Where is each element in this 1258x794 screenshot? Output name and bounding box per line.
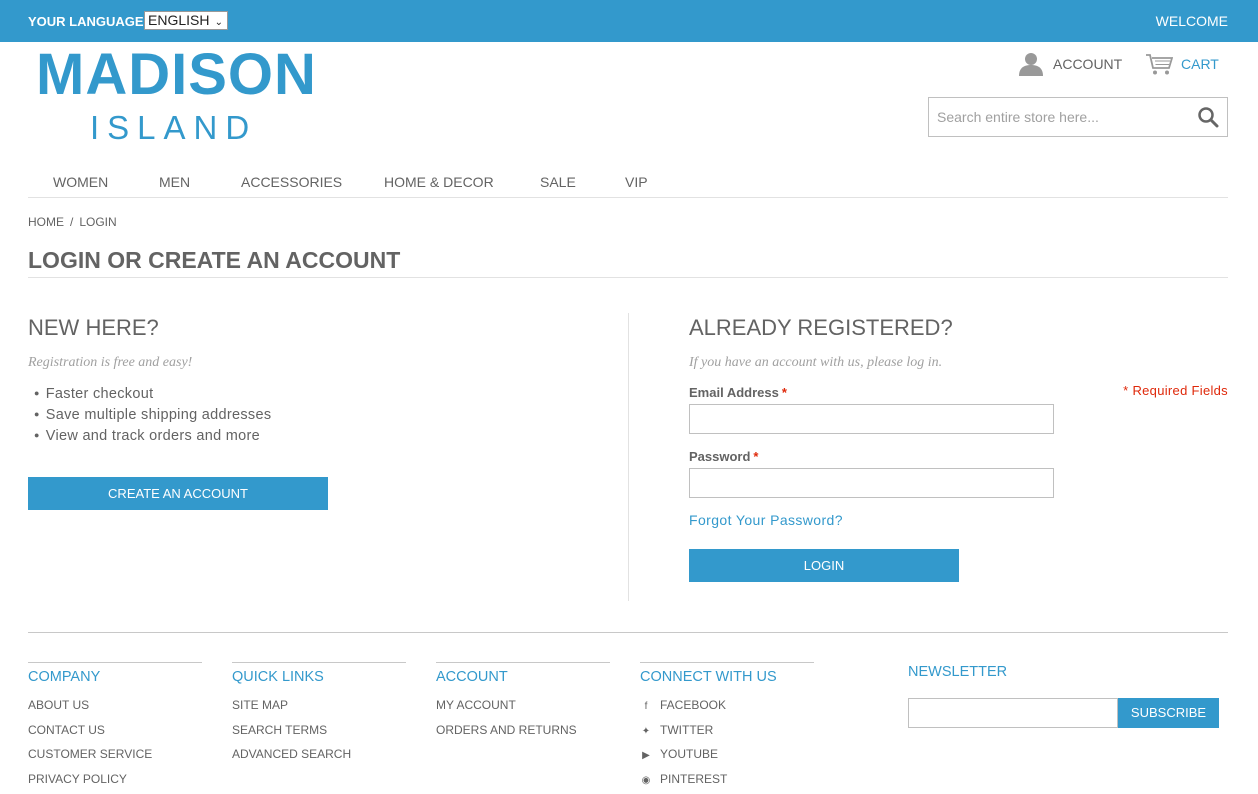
account-label: ACCOUNT bbox=[1053, 56, 1123, 72]
nav-home-decor[interactable]: HOME & DECOR bbox=[384, 174, 494, 190]
footer-link-orders-returns[interactable]: ORDERS AND RETURNS bbox=[436, 723, 610, 748]
language-select[interactable]: ENGLISH ⌄ bbox=[144, 11, 228, 30]
footer-link-youtube[interactable]: ▶ YOUTUBE bbox=[640, 747, 814, 772]
cart-label: CART bbox=[1181, 56, 1219, 72]
facebook-icon: f bbox=[644, 701, 648, 712]
password-label: Password * bbox=[689, 449, 758, 464]
registration-note: Registration is free and easy! bbox=[28, 355, 193, 370]
footer-quick-links: QUICK LINKS SITE MAP SEARCH TERMS ADVANC… bbox=[232, 662, 406, 772]
logo-line2: ISLAND bbox=[90, 109, 258, 146]
youtube-icon: ▶ bbox=[642, 750, 650, 762]
create-account-button[interactable]: CREATE AN ACCOUNT bbox=[28, 477, 328, 510]
logo-line1: MADISON bbox=[36, 42, 317, 107]
email-field[interactable] bbox=[689, 404, 1054, 434]
footer-account: ACCOUNT MY ACCOUNT ORDERS AND RETURNS bbox=[436, 662, 610, 747]
breadcrumb-home[interactable]: HOME bbox=[28, 215, 64, 229]
main-nav: WOMEN MEN ACCESSORIES HOME & DECOR SALE … bbox=[28, 172, 1228, 198]
youtube-label: YOUTUBE bbox=[660, 747, 719, 762]
language-selected: ENGLISH bbox=[148, 12, 210, 28]
footer-link-my-account[interactable]: MY ACCOUNT bbox=[436, 698, 610, 723]
list-item: View and track orders and more bbox=[34, 428, 271, 449]
footer-link-search-terms[interactable]: SEARCH TERMS bbox=[232, 723, 406, 748]
already-registered-title: ALREADY REGISTERED? bbox=[689, 315, 953, 340]
cart-link[interactable]: CART bbox=[1145, 52, 1219, 76]
footer-heading: QUICK LINKS bbox=[232, 669, 324, 685]
welcome-message: WELCOME bbox=[1155, 13, 1228, 29]
list-item: Faster checkout bbox=[34, 386, 271, 407]
twitter-icon: ✦ bbox=[641, 725, 651, 737]
required-mark: * bbox=[753, 449, 759, 464]
user-icon bbox=[1019, 53, 1043, 76]
new-here-title: NEW HERE? bbox=[28, 315, 159, 340]
cart-icon bbox=[1146, 54, 1173, 75]
email-label: Email Address * bbox=[689, 385, 787, 400]
benefits-list: Faster checkout Save multiple shipping a… bbox=[34, 386, 271, 449]
footer-divider bbox=[28, 632, 1228, 633]
footer-link-customer-service[interactable]: CUSTOMER SERVICE bbox=[28, 747, 202, 772]
search-box bbox=[928, 97, 1228, 137]
login-button[interactable]: LOGIN bbox=[689, 549, 959, 582]
newsletter-email-input[interactable] bbox=[908, 698, 1118, 728]
chevron-down-icon: ⌄ bbox=[214, 17, 223, 28]
footer-connect: CONNECT WITH US f FACEBOOK ✦ TWITTER ▶ YOUT… bbox=[640, 662, 814, 794]
breadcrumb: HOME / LOGIN bbox=[28, 215, 117, 229]
twitter-label: TWITTER bbox=[660, 722, 714, 737]
footer-link-pinterest[interactable]: ◉ PINTEREST bbox=[640, 772, 814, 794]
footer-link-site-map[interactable]: SITE MAP bbox=[232, 698, 406, 723]
password-field[interactable] bbox=[689, 468, 1054, 498]
footer-link-advanced-search[interactable]: ADVANCED SEARCH bbox=[232, 747, 406, 772]
facebook-label: FACEBOOK bbox=[660, 698, 727, 712]
footer-link-twitter[interactable]: ✦ TWITTER bbox=[640, 723, 814, 748]
breadcrumb-separator: / bbox=[70, 215, 74, 229]
password-label-text: Password bbox=[689, 449, 751, 464]
nav-men[interactable]: MEN bbox=[159, 174, 190, 190]
list-item: Save multiple shipping addresses bbox=[34, 407, 271, 428]
footer-company: COMPANY ABOUT US CONTACT US CUSTOMER SER… bbox=[28, 662, 202, 794]
email-label-text: Email Address bbox=[689, 385, 779, 400]
required-mark: * bbox=[781, 385, 787, 400]
language-label: YOUR LANGUAGE: bbox=[28, 14, 148, 29]
required-fields-note: * Required Fields bbox=[1123, 383, 1228, 398]
newsletter-title: NEWSLETTER bbox=[908, 664, 1008, 680]
footer-heading: COMPANY bbox=[28, 669, 101, 685]
footer-link-contact-us[interactable]: CONTACT US bbox=[28, 723, 202, 748]
footer-link-about-us[interactable]: ABOUT US bbox=[28, 698, 202, 723]
subscribe-button[interactable]: SUBSCRIBE bbox=[1118, 698, 1219, 728]
top-bar: YOUR LANGUAGE: ENGLISH ⌄ WELCOME bbox=[0, 0, 1258, 42]
nav-vip[interactable]: VIP bbox=[625, 174, 648, 190]
nav-sale[interactable]: SALE bbox=[540, 174, 576, 190]
account-link[interactable]: ACCOUNT bbox=[1018, 52, 1122, 76]
search-input[interactable] bbox=[937, 107, 1187, 127]
footer-heading: ACCOUNT bbox=[436, 669, 508, 685]
page-title: LOGIN OR CREATE AN ACCOUNT bbox=[28, 247, 1228, 278]
breadcrumb-current: LOGIN bbox=[79, 215, 117, 229]
search-icon[interactable] bbox=[1197, 106, 1219, 128]
nav-women[interactable]: WOMEN bbox=[53, 174, 108, 190]
footer-link-privacy-policy[interactable]: PRIVACY POLICY bbox=[28, 772, 202, 794]
pinterest-icon: ◉ bbox=[641, 775, 651, 787]
footer-link-facebook[interactable]: f FACEBOOK bbox=[640, 698, 814, 723]
footer-heading: CONNECT WITH US bbox=[640, 669, 777, 685]
forgot-password-link[interactable]: Forgot Your Password? bbox=[689, 512, 843, 528]
nav-accessories[interactable]: ACCESSORIES bbox=[241, 174, 342, 190]
pinterest-label: PINTEREST bbox=[660, 772, 728, 787]
column-divider bbox=[628, 313, 629, 601]
login-note: If you have an account with us, please l… bbox=[689, 355, 943, 370]
